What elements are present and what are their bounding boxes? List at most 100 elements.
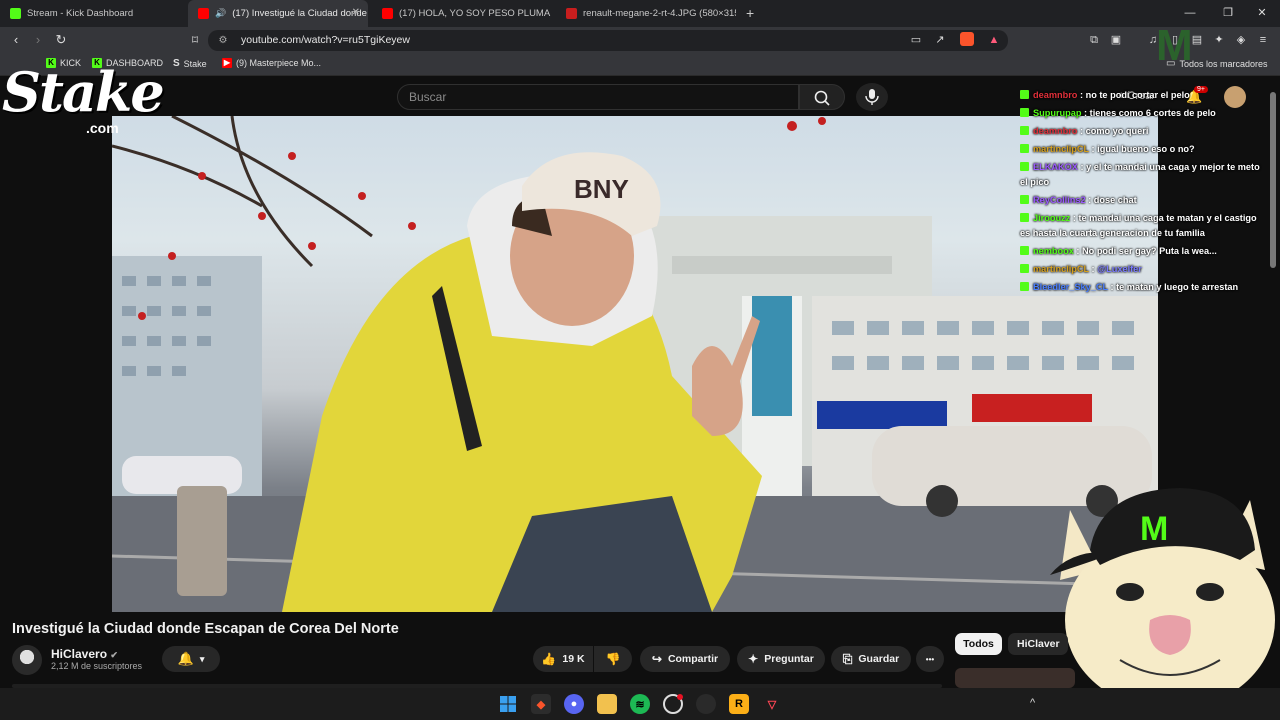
search-placeholder: Buscar (409, 90, 447, 104)
chat-text: te matan y luego te arrestan (1116, 282, 1239, 292)
image-icon (566, 8, 577, 19)
mic-icon (865, 89, 879, 105)
chevron-down-icon: ▾ (199, 653, 205, 664)
streamer-avatar-overlay: M (1050, 488, 1275, 688)
share-icon[interactable]: ↗ (931, 31, 949, 49)
save-button[interactable]: ⎘ Guardar (831, 646, 911, 672)
bell-icon: 🔔 (177, 651, 194, 666)
chat-message: ELKAKOX : y el te mandai una caga y mejo… (1020, 160, 1260, 190)
search-button[interactable] (799, 84, 845, 110)
rockstar-icon[interactable]: R (729, 694, 749, 714)
chat-username: deamnbro (1033, 90, 1078, 100)
vpn-icon[interactable]: ◈ (1232, 31, 1250, 49)
close-tab-icon[interactable]: ✕ (352, 7, 360, 18)
bookmark-label: Stake (183, 58, 207, 69)
monster-logo-icon: M (1156, 21, 1193, 68)
channel-name[interactable]: HiClavero ✔ (51, 647, 118, 661)
discord-icon[interactable]: ● (564, 694, 584, 714)
svg-text:BNY: BNY (574, 174, 629, 204)
chat-message: deamnbro : no te podí cortar el pelo (1020, 88, 1260, 103)
kick-badge-icon (1020, 108, 1029, 117)
menu-icon[interactable]: ≡ (1254, 31, 1272, 49)
bookmark-masterpiece[interactable]: ▶ (9) Masterpiece Mo... (222, 58, 321, 68)
leo-ai-icon[interactable]: ✦ (1210, 31, 1228, 49)
ask-button[interactable]: ✦ Preguntar (737, 646, 825, 672)
brave-icon[interactable]: ◆ (531, 694, 551, 714)
maximize-icon[interactable]: ❐ (1218, 4, 1238, 22)
ask-label: Preguntar (764, 653, 814, 665)
bookmark-icon[interactable]: ⌑ (186, 31, 204, 49)
extensions-icon[interactable]: ⧉ (1085, 31, 1103, 49)
channel-avatar[interactable] (12, 645, 42, 675)
tray-chevron-icon[interactable]: ^ (1030, 697, 1035, 709)
chat-message: martinclipCL : igual bueno eso o no? (1020, 142, 1260, 157)
cast-icon[interactable]: ▭ (907, 31, 925, 49)
subscription-bell-button[interactable]: 🔔 ▾ (162, 646, 220, 672)
new-tab-button[interactable]: + (746, 5, 754, 21)
audio-icon: 🔊 (215, 8, 227, 18)
subscriber-count: 2,12 M de suscriptores (51, 661, 143, 671)
more-actions-button[interactable]: ••• (916, 646, 944, 672)
valorant-icon[interactable]: ▽ (762, 694, 782, 714)
chat-text: dose chat (1093, 195, 1137, 205)
save-icon: ⎘ (842, 651, 853, 666)
tab-image[interactable]: renault-megane-2-rt-4.JPG (580×315 (556, 0, 736, 27)
reader-icon[interactable]: ▣ (1107, 31, 1125, 49)
forward-icon[interactable]: › (29, 31, 47, 49)
bookmark-stake[interactable]: S Stake (173, 58, 207, 69)
chip-channel[interactable]: HiClaver (1008, 633, 1068, 655)
stake-logo-sub: .com (86, 120, 119, 136)
chat-username: martinclipCL (1033, 144, 1089, 154)
brave-shields-icon[interactable] (960, 32, 974, 46)
video-player[interactable]: BNY (112, 116, 1158, 612)
chat-message: deamnbro : como yo queri (1020, 124, 1260, 139)
windows-start-icon[interactable] (498, 694, 518, 714)
kick-badge-icon (1020, 144, 1029, 153)
bookmark-label: (9) Masterpiece Mo... (236, 58, 322, 68)
youtube-icon (382, 8, 393, 19)
share-label: Compartir (667, 653, 719, 665)
files-icon[interactable] (597, 694, 617, 714)
tab-label: (17) HOLA, YO SOY PESO PLUMA // ( (399, 8, 552, 19)
page-scrollbar[interactable] (1270, 92, 1276, 268)
close-window-icon[interactable]: ✕ (1252, 4, 1272, 22)
chat-text: como yo queri (1085, 126, 1149, 136)
youtube-icon (198, 8, 209, 19)
kick-badge-icon (1020, 90, 1029, 99)
url-text[interactable]: youtube.com/watch?v=ru5TgiKeyew (241, 34, 410, 46)
tab-label: (17) Investigué la Ciudad donde (232, 8, 367, 19)
tab-kick-dashboard[interactable]: Stream - Kick Dashboard (0, 0, 186, 27)
tab-youtube-active[interactable]: 🔊 (17) Investigué la Ciudad donde ✕ (188, 0, 368, 27)
chat-username: deamnbro (1033, 126, 1078, 136)
chat-username: Jiroouzz (1033, 213, 1071, 223)
spotify-icon[interactable]: ≋ (630, 694, 650, 714)
site-info-icon[interactable]: ⚙ (214, 32, 232, 50)
kick-badge-icon (1020, 195, 1029, 204)
related-video-thumbnail[interactable] (955, 668, 1075, 688)
chat-message: nemboox : No podi ser gay? Puta la wea..… (1020, 244, 1260, 259)
tab-youtube-peso-pluma[interactable]: (17) HOLA, YO SOY PESO PLUMA // ( (372, 0, 552, 27)
chip-all[interactable]: Todos (955, 633, 1002, 655)
kick-badge-icon (1020, 264, 1029, 273)
back-icon[interactable]: ‹ (7, 31, 25, 49)
tab-label: Stream - Kick Dashboard (27, 8, 134, 19)
chat-username: Supurupap (1033, 108, 1082, 118)
chat-message: Supurupap : tienes como 6 cortes de pelo (1020, 106, 1260, 121)
chat-overlay: deamnbro : no te podí cortar el pelo Supu… (1020, 88, 1260, 298)
svg-text:M: M (1140, 510, 1168, 548)
dislike-icon: 👎 (605, 652, 621, 666)
voice-search-button[interactable] (856, 83, 888, 111)
app-icon[interactable] (696, 694, 716, 714)
chat-message: Bleedler_Sky_CL : te matan y luego te ar… (1020, 280, 1260, 295)
chat-separator: : (1077, 162, 1087, 172)
brave-rewards-icon[interactable]: ▲ (985, 31, 1003, 49)
share-button[interactable]: ↪ Compartir (640, 646, 730, 672)
like-button[interactable]: 👍 19 K (533, 646, 593, 672)
search-input[interactable] (397, 84, 799, 110)
more-icon: ••• (925, 654, 935, 664)
chat-separator: : (1089, 144, 1098, 154)
dislike-button[interactable]: 👎 (594, 646, 632, 672)
kick-badge-icon (1020, 282, 1029, 291)
chat-separator: : (1081, 108, 1090, 118)
reload-icon[interactable]: ↻ (52, 31, 70, 49)
